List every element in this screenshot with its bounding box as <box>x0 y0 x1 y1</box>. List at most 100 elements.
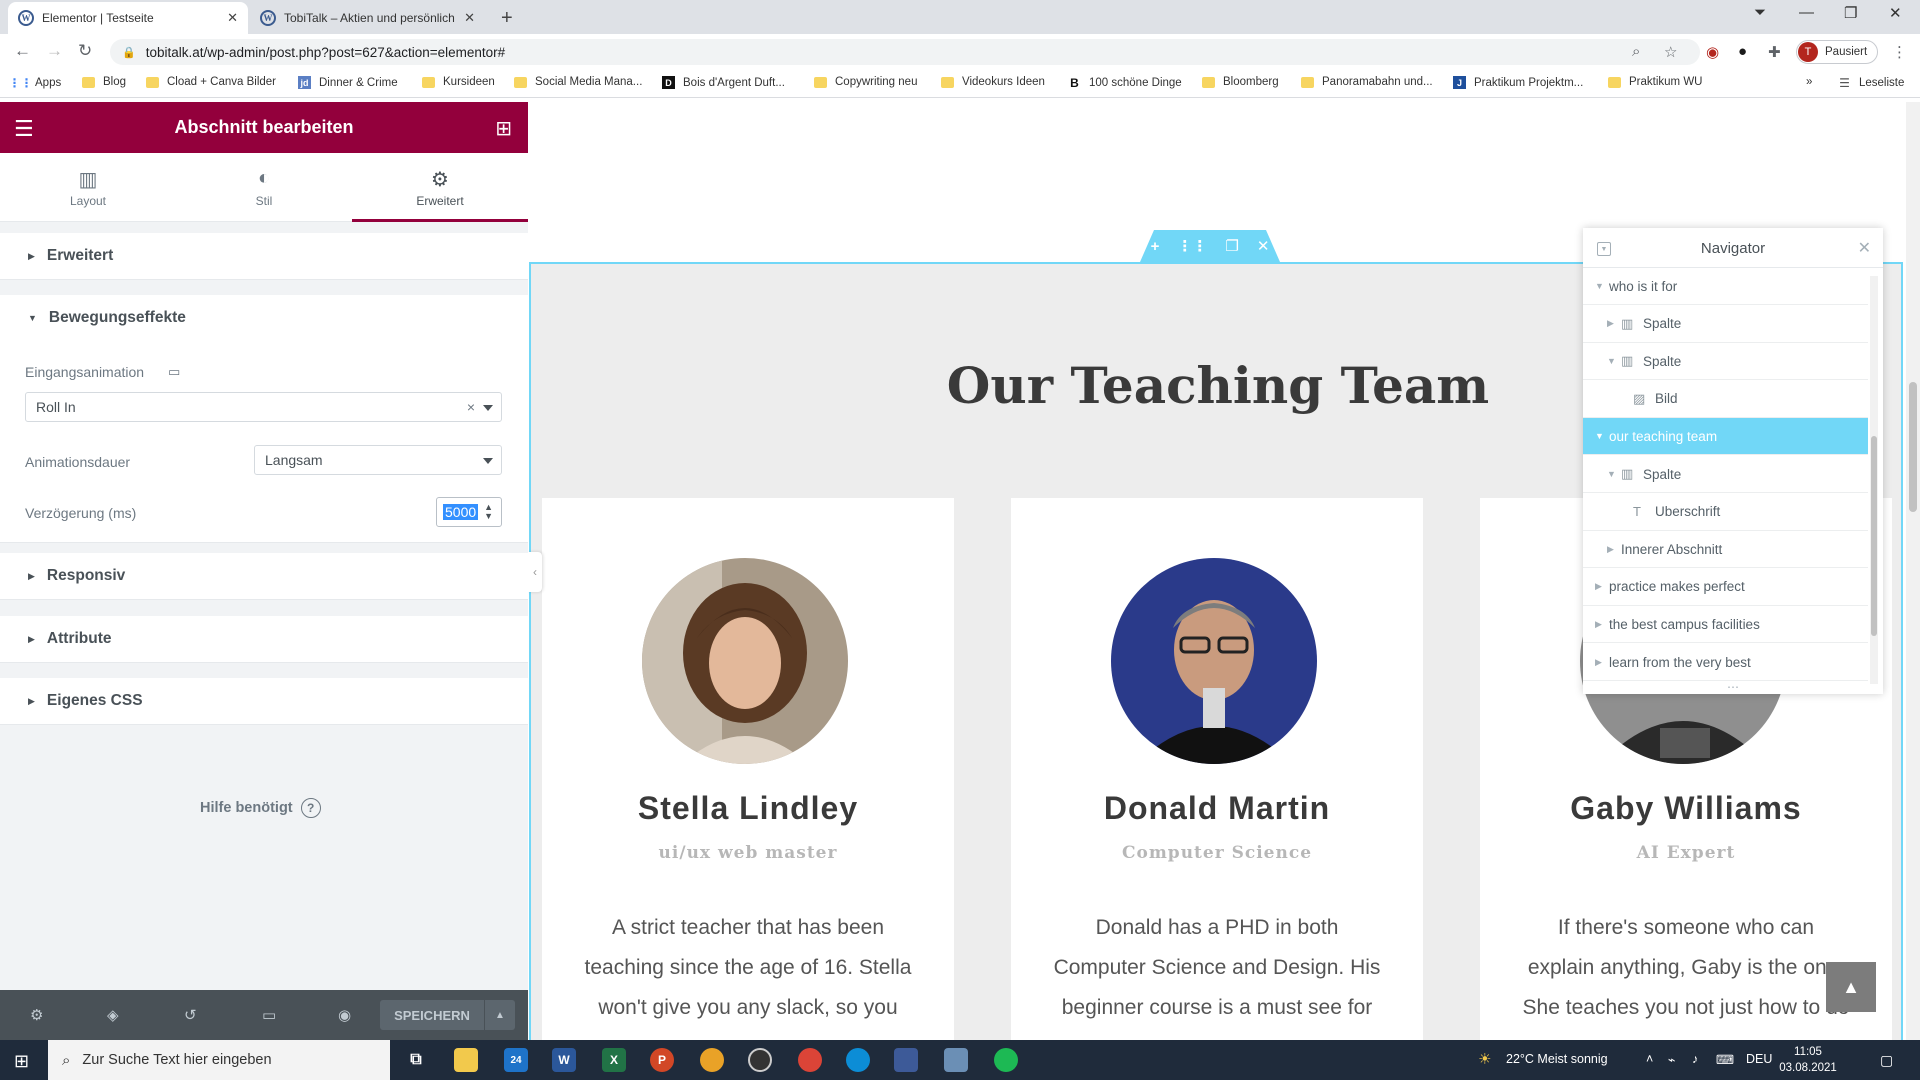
bookmark-videokurs[interactable]: Videokurs Ideen <box>941 76 1045 88</box>
menu-dots-icon[interactable]: ⋮ <box>1892 43 1907 61</box>
extensions-puzzle-icon[interactable]: ✚ <box>1768 43 1781 61</box>
weather-text[interactable]: 22°C Meist sonnig <box>1506 1052 1608 1066</box>
tab-style[interactable]: ◐ Stil <box>176 153 352 222</box>
caret-right-icon[interactable]: ▶ <box>1595 657 1609 668</box>
delay-input[interactable]: 5000 ▲ ▼ <box>436 497 502 527</box>
volume-icon[interactable]: ♪ <box>1692 1052 1698 1066</box>
section-custom-css[interactable]: ▶ Eigenes CSS <box>0 678 528 725</box>
add-icon[interactable]: + <box>1151 238 1160 255</box>
spotify-icon[interactable] <box>994 1048 1018 1072</box>
edge-icon[interactable] <box>846 1048 870 1072</box>
navigator-item[interactable]: ▶ Innerer Abschnitt <box>1583 531 1868 569</box>
section-attributes[interactable]: ▶ Attribute <box>0 616 528 663</box>
close-icon[interactable]: ✕ <box>227 10 238 26</box>
close-icon[interactable]: ✕ <box>1858 238 1871 258</box>
browser-tab-elementor[interactable]: W Elementor | Testseite ✕ <box>8 2 248 34</box>
reload-icon[interactable]: ↻ <box>78 41 92 61</box>
entrance-animation-select[interactable]: Roll In × <box>25 392 502 422</box>
notifications-icon[interactable]: ▢ <box>1880 1052 1893 1069</box>
help-link[interactable]: Hilfe benötigt ? <box>200 798 321 818</box>
back-icon[interactable]: ← <box>14 41 31 61</box>
bookmark-star-icon[interactable]: ☆ <box>1664 43 1677 61</box>
notepad-icon[interactable] <box>944 1048 968 1072</box>
mail-icon[interactable]: 24 <box>504 1048 528 1072</box>
navigator-item[interactable]: ▨ Bild <box>1583 381 1868 418</box>
tray-up-icon[interactable]: ˄ <box>1646 1052 1653 1066</box>
restore-icon[interactable]: ❐ <box>1844 4 1857 22</box>
bookmark-praktikum-projekt[interactable]: J Praktikum Projektm... <box>1453 76 1583 89</box>
profile-button[interactable]: T Pausiert <box>1796 40 1878 64</box>
word-icon[interactable]: W <box>552 1048 576 1072</box>
panel-collapse-button[interactable]: ‹ <box>528 552 542 592</box>
save-options-icon[interactable]: ▲ <box>485 1000 515 1030</box>
navigator-item[interactable]: ▶ ▥ Spalte <box>1583 306 1868 343</box>
new-tab-icon[interactable]: + <box>501 7 513 30</box>
navigator-item[interactable]: ▶ practice makes perfect <box>1583 569 1868 606</box>
animation-duration-select[interactable]: Langsam <box>254 445 502 475</box>
bookmark-cload[interactable]: Cload + Canva Bilder <box>146 76 276 88</box>
caret-right-icon[interactable]: ▶ <box>1607 544 1621 555</box>
navigator-item[interactable]: ▼ our teaching team <box>1583 418 1868 456</box>
extension-icon[interactable]: ◉ <box>1706 43 1719 61</box>
bookmark-100[interactable]: B 100 schöne Dinge <box>1068 76 1182 90</box>
caret-down-icon[interactable]: ▼ <box>1595 281 1609 291</box>
drag-icon[interactable]: ⋮⋮ <box>1177 237 1207 255</box>
bookmarks-more[interactable]: » <box>1806 76 1812 88</box>
scrollbar-thumb[interactable] <box>1871 436 1877 636</box>
bookmark-copywriting[interactable]: Copywriting neu <box>814 76 917 88</box>
window-close-icon[interactable]: ✕ <box>1889 4 1902 22</box>
zoom-icon[interactable]: ⌕ <box>1632 43 1640 60</box>
tab-advanced[interactable]: ⚙ Erweitert <box>352 153 528 222</box>
navigator-item[interactable]: ▶ the best campus facilities <box>1583 606 1868 644</box>
tab-layout[interactable]: ▥ Layout <box>0 153 176 222</box>
grammarly-icon[interactable]: ● <box>1738 43 1747 60</box>
team-card[interactable]: Stella Lindley ui/ux web master A strict… <box>542 498 954 1040</box>
network-icon[interactable]: ⌁ <box>1668 1052 1676 1067</box>
bookmark-kursideen[interactable]: Kursideen <box>422 76 495 88</box>
caret-right-icon[interactable]: ▶ <box>1595 619 1609 630</box>
bookmark-panorama[interactable]: Panoramabahn und... <box>1301 76 1433 88</box>
address-bar[interactable]: 🔒 tobitalk.at/wp-admin/post.php?post=627… <box>110 39 1700 65</box>
caret-down-icon[interactable]: ▼ <box>1607 356 1621 366</box>
settings-icon[interactable]: ⚙ <box>30 1006 43 1024</box>
preview-eye-icon[interactable]: ◉ <box>338 1006 351 1024</box>
delete-icon[interactable]: ✕ <box>1257 237 1270 255</box>
reading-list[interactable]: ☰ Leseliste <box>1838 76 1904 90</box>
section-handle[interactable]: + ⋮⋮ ❐ ✕ <box>1140 230 1280 262</box>
taskbar-search[interactable]: ⌕ Zur Suche Text hier eingeben <box>48 1040 390 1080</box>
bookmark-praktikum-wu[interactable]: Praktikum WU <box>1608 76 1702 88</box>
bookmark-bois[interactable]: D Bois d'Argent Duft... <box>662 76 785 89</box>
minimize-icon[interactable]: — <box>1799 4 1814 21</box>
forward-icon[interactable]: → <box>46 41 63 61</box>
navigator-layers-icon[interactable]: ◈ <box>107 1006 119 1024</box>
caret-down-icon[interactable]: ▼ <box>1595 431 1609 441</box>
section-responsive[interactable]: ▶ Responsiv <box>0 553 528 600</box>
tab-search-icon[interactable]: ⏷ <box>1754 4 1766 21</box>
task-view-icon[interactable]: ⧉ <box>404 1048 428 1072</box>
close-icon[interactable]: ✕ <box>464 10 475 26</box>
navigator-item[interactable]: T Uberschrift <box>1583 494 1868 531</box>
bookmark-bloomberg[interactable]: Bloomberg <box>1202 76 1279 88</box>
excel-icon[interactable]: X <box>602 1048 626 1072</box>
bookmark-blog[interactable]: Blog <box>82 76 126 88</box>
browser-tab-tobitalk[interactable]: W TobiTalk – Aktien und persönlich ✕ <box>250 2 485 34</box>
bookmark-apps[interactable]: ⋮⋮ Apps <box>9 76 62 90</box>
duplicate-icon[interactable]: ❐ <box>1225 237 1238 255</box>
responsive-mode-icon[interactable]: ▭ <box>262 1006 276 1024</box>
powerpoint-icon[interactable]: P <box>650 1048 674 1072</box>
obs-icon[interactable] <box>748 1048 772 1072</box>
navigator-scrollbar[interactable] <box>1870 276 1878 684</box>
chrome-icon[interactable] <box>798 1048 822 1072</box>
navigator-header[interactable]: ▼ Navigator ✕ <box>1583 228 1883 268</box>
keyboard-icon[interactable]: ⌨ <box>1716 1052 1734 1067</box>
navigator-item[interactable]: ▼ ▥ Spalte <box>1583 456 1868 493</box>
caret-right-icon[interactable]: ▶ <box>1607 318 1621 329</box>
section-motion-header[interactable]: ▼ Bewegungseffekte <box>0 295 528 341</box>
app-icon[interactable] <box>894 1048 918 1072</box>
save-button[interactable]: SPEICHERN <box>380 1000 484 1030</box>
caret-down-icon[interactable]: ▼ <box>1607 469 1621 479</box>
navigator-item[interactable]: ▶ learn from the very best <box>1583 644 1868 681</box>
bookmark-dinner[interactable]: jd Dinner & Crime <box>298 76 398 89</box>
navigator-item[interactable]: ▼ ▥ Spalte <box>1583 343 1868 381</box>
stepper-icon[interactable]: ▲ ▼ <box>484 503 493 521</box>
